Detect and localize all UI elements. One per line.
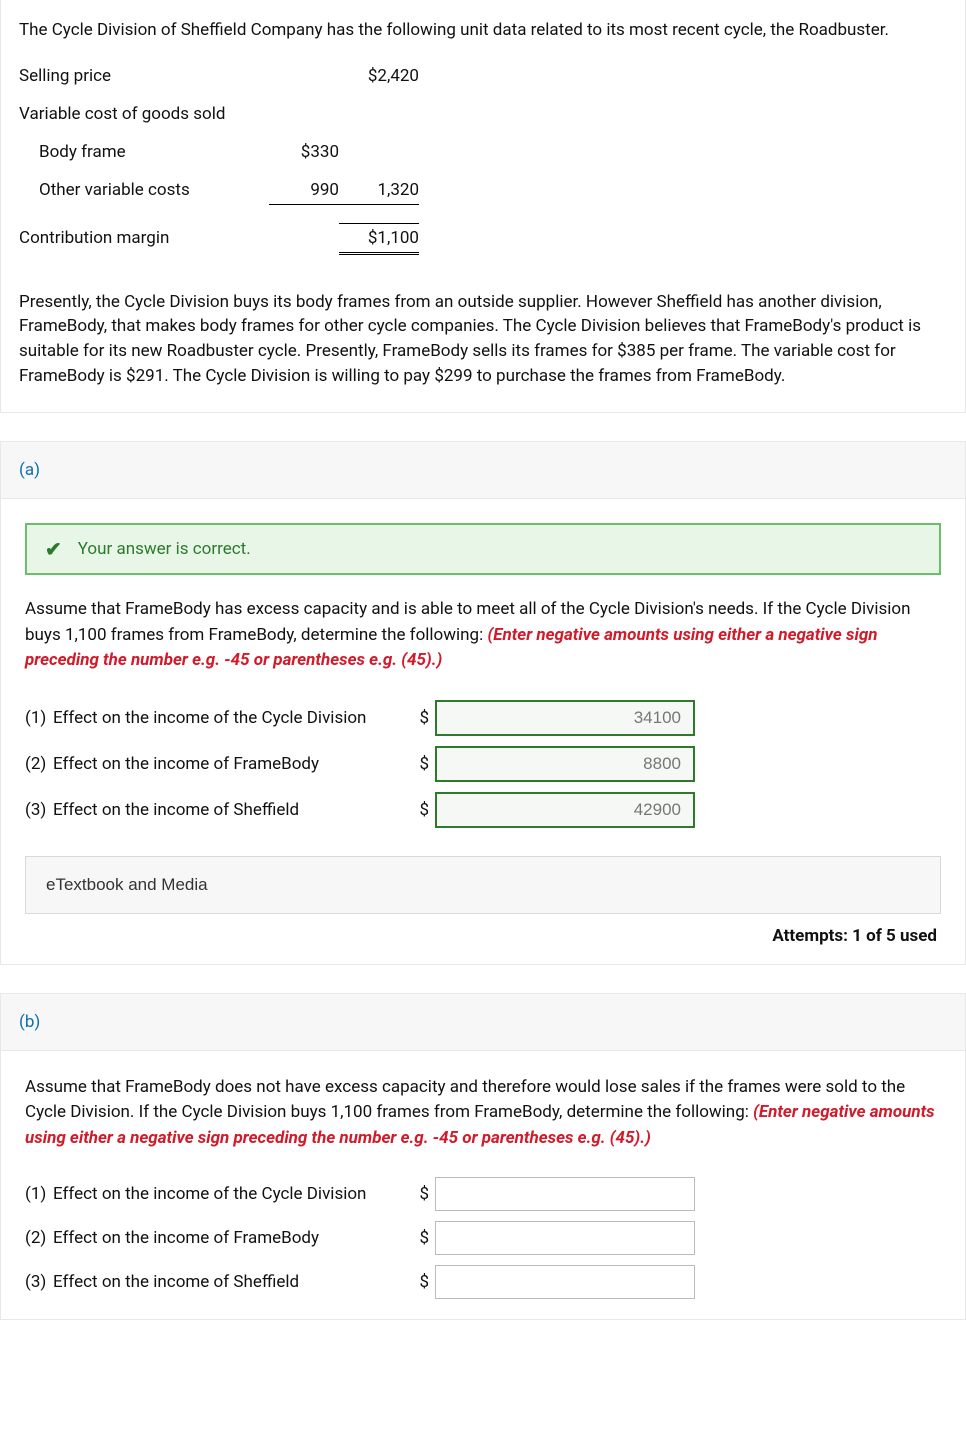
part-b-header: (b) [1, 994, 965, 1051]
answer-label: Effect on the income of FrameBody [53, 754, 413, 774]
dollar-sign: $ [413, 1272, 435, 1292]
selling-price-label: Selling price [19, 66, 269, 86]
dollar-sign: $ [413, 1228, 435, 1248]
answer-row-2: (2) Effect on the income of FrameBody $ [25, 746, 941, 782]
dollar-sign: $ [413, 708, 435, 728]
part-a-prompt: Assume that FrameBody has excess capacit… [25, 597, 941, 674]
intro-text: The Cycle Division of Sheffield Company … [19, 18, 947, 43]
part-b-prompt: Assume that FrameBody does not have exce… [25, 1075, 941, 1152]
selling-price-value: $2,420 [339, 66, 419, 86]
answer-label: Effect on the income of FrameBody [53, 1228, 413, 1248]
part-a: (a) ✔ Your answer is correct. Assume tha… [0, 441, 966, 965]
answer-row-1: (1) Effect on the income of the Cycle Di… [25, 1177, 941, 1211]
answer-label: Effect on the income of the Cycle Divisi… [53, 1184, 413, 1204]
correct-banner-text: Your answer is correct. [78, 539, 251, 559]
answer-input-cycle-division[interactable] [435, 700, 695, 736]
vcogs-label: Variable cost of goods sold [19, 104, 269, 124]
part-a-answers: (1) Effect on the income of the Cycle Di… [25, 700, 941, 828]
dollar-sign: $ [413, 754, 435, 774]
answer-row-3: (3) Effect on the income of Sheffield $ [25, 1265, 941, 1299]
other-var-value: 990 [269, 180, 339, 205]
unit-data-table: Selling price $2,420 Variable cost of go… [19, 57, 947, 264]
contribution-value: $1,100 [339, 223, 419, 255]
scenario-paragraph: Presently, the Cycle Division buys its b… [19, 290, 947, 389]
contribution-label: Contribution margin [19, 228, 269, 248]
part-b: (b) Assume that FrameBody does not have … [0, 993, 966, 1321]
answer-input-framebody[interactable] [435, 1221, 695, 1255]
answer-label: Effect on the income of Sheffield [53, 1272, 413, 1292]
etextbook-media-button[interactable]: eTextbook and Media [25, 856, 941, 914]
body-frame-value: $330 [269, 142, 339, 162]
part-b-answers: (1) Effect on the income of the Cycle Di… [25, 1177, 941, 1299]
answer-input-framebody[interactable] [435, 746, 695, 782]
question-stem: The Cycle Division of Sheffield Company … [0, 0, 966, 413]
other-var-label: Other variable costs [19, 180, 269, 200]
answer-row-3: (3) Effect on the income of Sheffield $ [25, 792, 941, 828]
answer-input-cycle-division[interactable] [435, 1177, 695, 1211]
correct-banner: ✔ Your answer is correct. [25, 523, 941, 575]
answer-input-sheffield[interactable] [435, 792, 695, 828]
answer-row-1: (1) Effect on the income of the Cycle Di… [25, 700, 941, 736]
dollar-sign: $ [413, 800, 435, 820]
answer-input-sheffield[interactable] [435, 1265, 695, 1299]
answer-label: Effect on the income of Sheffield [53, 800, 413, 820]
answer-row-2: (2) Effect on the income of FrameBody $ [25, 1221, 941, 1255]
dollar-sign: $ [413, 1184, 435, 1204]
check-icon: ✔ [45, 537, 62, 561]
body-frame-label: Body frame [19, 142, 269, 162]
attempts-text: Attempts: 1 of 5 used [25, 926, 941, 946]
part-a-header: (a) [1, 442, 965, 499]
answer-label: Effect on the income of the Cycle Divisi… [53, 708, 413, 728]
vcogs-total: 1,320 [339, 180, 419, 205]
